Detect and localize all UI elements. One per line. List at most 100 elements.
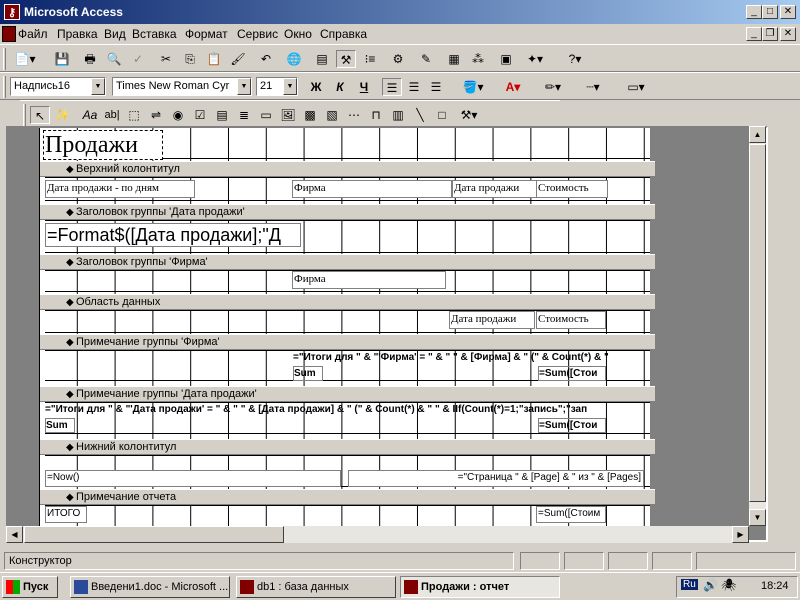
menu-view[interactable]: Вид bbox=[104, 27, 126, 41]
page-header-cost-label[interactable]: Стоимость bbox=[536, 180, 608, 198]
page-header-sale-date-label[interactable]: Дата продажи bbox=[452, 180, 538, 198]
report-design-surface[interactable]: Продажи ◆ Верхний колонтитул Дата продажи… bbox=[6, 126, 768, 542]
language-indicator[interactable]: Ru bbox=[681, 579, 698, 590]
size-combo[interactable]: 21 ▼ bbox=[256, 77, 298, 96]
option-button-icon[interactable]: ◉ bbox=[168, 106, 188, 124]
properties-icon[interactable]: ▦ bbox=[444, 50, 464, 68]
firm-field[interactable]: Фирма bbox=[292, 271, 446, 289]
help-icon[interactable]: ?▾ bbox=[560, 50, 590, 68]
page-header-firm-label[interactable]: Фирма bbox=[292, 180, 452, 198]
new-object-icon[interactable]: ✦▾ bbox=[520, 50, 550, 68]
volume-icon[interactable]: 🔊 bbox=[703, 578, 718, 592]
preview-icon[interactable]: 🔍 bbox=[104, 50, 124, 68]
control-wizards-icon[interactable]: ✨ bbox=[52, 106, 72, 124]
font-combo[interactable]: Times New Roman Cyr ▼ bbox=[112, 77, 252, 96]
code-icon[interactable]: ✎ bbox=[416, 50, 436, 68]
start-button[interactable]: Пуск bbox=[2, 576, 58, 598]
menu-format[interactable]: Формат bbox=[185, 27, 228, 41]
antivirus-icon[interactable]: 🕷 bbox=[721, 578, 736, 592]
special-effect-icon[interactable]: ▭▾ bbox=[616, 78, 656, 96]
page-header-date-label[interactable]: Дата продажи - по дням bbox=[45, 180, 195, 198]
minimize-button[interactable]: _ bbox=[746, 5, 762, 19]
scroll-up-icon[interactable]: ▲ bbox=[749, 126, 766, 143]
task-word-document[interactable]: Введени1.doc - Microsoft ... bbox=[70, 576, 230, 598]
combo-box-icon[interactable]: ▤ bbox=[212, 106, 232, 124]
task-database-window[interactable]: db1 : база данных bbox=[236, 576, 396, 598]
copy-icon[interactable]: ⎘ bbox=[180, 50, 200, 68]
label-tool[interactable]: Aa bbox=[80, 106, 100, 124]
vertical-scroll-thumb[interactable] bbox=[749, 144, 766, 502]
section-date-group-header[interactable]: ◆ Заголовок группы 'Дата продажи' bbox=[40, 204, 655, 220]
section-detail[interactable]: ◆ Область данных bbox=[40, 294, 655, 310]
menu-window[interactable]: Окно bbox=[284, 27, 312, 41]
menu-help[interactable]: Справка bbox=[320, 27, 367, 41]
vertical-scrollbar[interactable]: ▲ ▼ bbox=[749, 126, 766, 526]
align-left-icon[interactable]: ☰ bbox=[382, 78, 402, 96]
field-list-icon[interactable]: ▤ bbox=[312, 50, 332, 68]
checkbox-icon[interactable]: ☑ bbox=[190, 106, 210, 124]
hyperlink-icon[interactable]: 🌐 bbox=[284, 50, 304, 68]
scroll-right-icon[interactable]: ▶ bbox=[732, 526, 749, 543]
date-footer-sum-field[interactable]: =Sum([Стои bbox=[538, 418, 606, 433]
scroll-down-icon[interactable]: ▼ bbox=[749, 509, 766, 526]
menu-insert[interactable]: Вставка bbox=[132, 27, 177, 41]
sorting-grouping-icon[interactable]: ⁝≡ bbox=[360, 50, 380, 68]
line-width-icon[interactable]: ┈▾ bbox=[578, 78, 608, 96]
doc-close-button[interactable]: ✕ bbox=[780, 27, 796, 41]
close-button[interactable]: ✕ bbox=[780, 5, 796, 19]
option-group-icon[interactable]: ⬚ bbox=[124, 106, 144, 124]
menu-edit[interactable]: Правка bbox=[57, 27, 98, 41]
scroll-left-icon[interactable]: ◀ bbox=[6, 526, 23, 543]
subform-icon[interactable]: ▥ bbox=[388, 106, 408, 124]
font-color-icon[interactable]: A▾ bbox=[496, 78, 530, 96]
undo-icon[interactable]: ↶ bbox=[256, 50, 276, 68]
section-firm-group-header[interactable]: ◆ Заголовок группы 'Фирма' bbox=[40, 254, 655, 270]
database-window-icon[interactable]: ▣ bbox=[496, 50, 516, 68]
object-combo[interactable]: Надпись16 ▼ bbox=[10, 77, 106, 96]
format-painter-icon[interactable]: 🖌 bbox=[228, 50, 248, 68]
firm-footer-sum-label[interactable]: Sum bbox=[293, 366, 323, 381]
build-icon[interactable]: ⁂ bbox=[468, 50, 488, 68]
align-center-icon[interactable]: ☰ bbox=[404, 78, 424, 96]
section-page-header[interactable]: ◆ Верхний колонтитул bbox=[40, 161, 655, 177]
line-color-icon[interactable]: ✏▾ bbox=[536, 78, 570, 96]
tab-control-icon[interactable]: ⊓ bbox=[366, 106, 386, 124]
print-icon[interactable]: 🖶 bbox=[80, 50, 100, 68]
report-footer-total-label[interactable]: ИТОГО bbox=[45, 506, 87, 523]
paste-icon[interactable]: 📋 bbox=[204, 50, 224, 68]
underline-button[interactable]: Ч bbox=[354, 78, 374, 96]
rectangle-tool-icon[interactable]: □ bbox=[432, 106, 452, 124]
page-footer-now-field[interactable]: =Now() bbox=[45, 470, 341, 487]
report-icon[interactable] bbox=[2, 26, 16, 42]
date-group-expression[interactable]: =Format$([Дата продажи];"Д bbox=[45, 223, 301, 247]
menu-file[interactable]: Файл bbox=[18, 27, 48, 41]
date-footer-sum-label[interactable]: Sum bbox=[45, 418, 75, 433]
doc-restore-button[interactable]: ❐ bbox=[762, 27, 778, 41]
section-firm-footer[interactable]: ◆ Примечание группы 'Фирма' bbox=[40, 334, 655, 350]
fill-color-icon[interactable]: 🪣▾ bbox=[456, 78, 490, 96]
bold-button[interactable]: Ж bbox=[306, 78, 326, 96]
task-sales-report[interactable]: Продажи : отчет bbox=[400, 576, 560, 598]
line-tool-icon[interactable]: ╲ bbox=[410, 106, 430, 124]
detail-cost-field[interactable]: Стоимость bbox=[536, 311, 606, 329]
page-footer-page-field[interactable]: ="Страница " & [Page] & " из " & [Pages] bbox=[348, 470, 644, 487]
save-icon[interactable]: 💾 bbox=[52, 50, 72, 68]
unbound-object-icon[interactable]: ▩ bbox=[300, 106, 320, 124]
select-objects-icon[interactable]: ↖ bbox=[30, 106, 50, 124]
section-report-footer[interactable]: ◆ Примечание отчета bbox=[40, 489, 655, 505]
autoformat-icon[interactable]: ⚙ bbox=[388, 50, 408, 68]
maximize-button[interactable]: □ bbox=[762, 5, 778, 19]
detail-sale-date-field[interactable]: Дата продажи bbox=[449, 311, 535, 329]
cut-icon[interactable]: ✂ bbox=[156, 50, 176, 68]
menu-tools[interactable]: Сервис bbox=[237, 27, 278, 41]
horizontal-scroll-thumb[interactable] bbox=[24, 526, 284, 543]
textbox-tool[interactable]: ab| bbox=[102, 106, 122, 124]
section-date-footer[interactable]: ◆ Примечание группы 'Дата продажи' bbox=[40, 386, 655, 402]
list-box-icon[interactable]: ≣ bbox=[234, 106, 254, 124]
section-page-footer[interactable]: ◆ Нижний колонтитул bbox=[40, 439, 655, 455]
report-title-label[interactable]: Продажи bbox=[43, 130, 163, 160]
date-footer-totals-expression[interactable]: ="Итоги для " & "'Дата продажи' = " & " … bbox=[45, 403, 650, 418]
toolbox-icon[interactable]: ⚒ bbox=[336, 50, 356, 68]
horizontal-scrollbar[interactable]: ◀ ▶ bbox=[6, 526, 749, 543]
command-button-icon[interactable]: ▭ bbox=[256, 106, 276, 124]
